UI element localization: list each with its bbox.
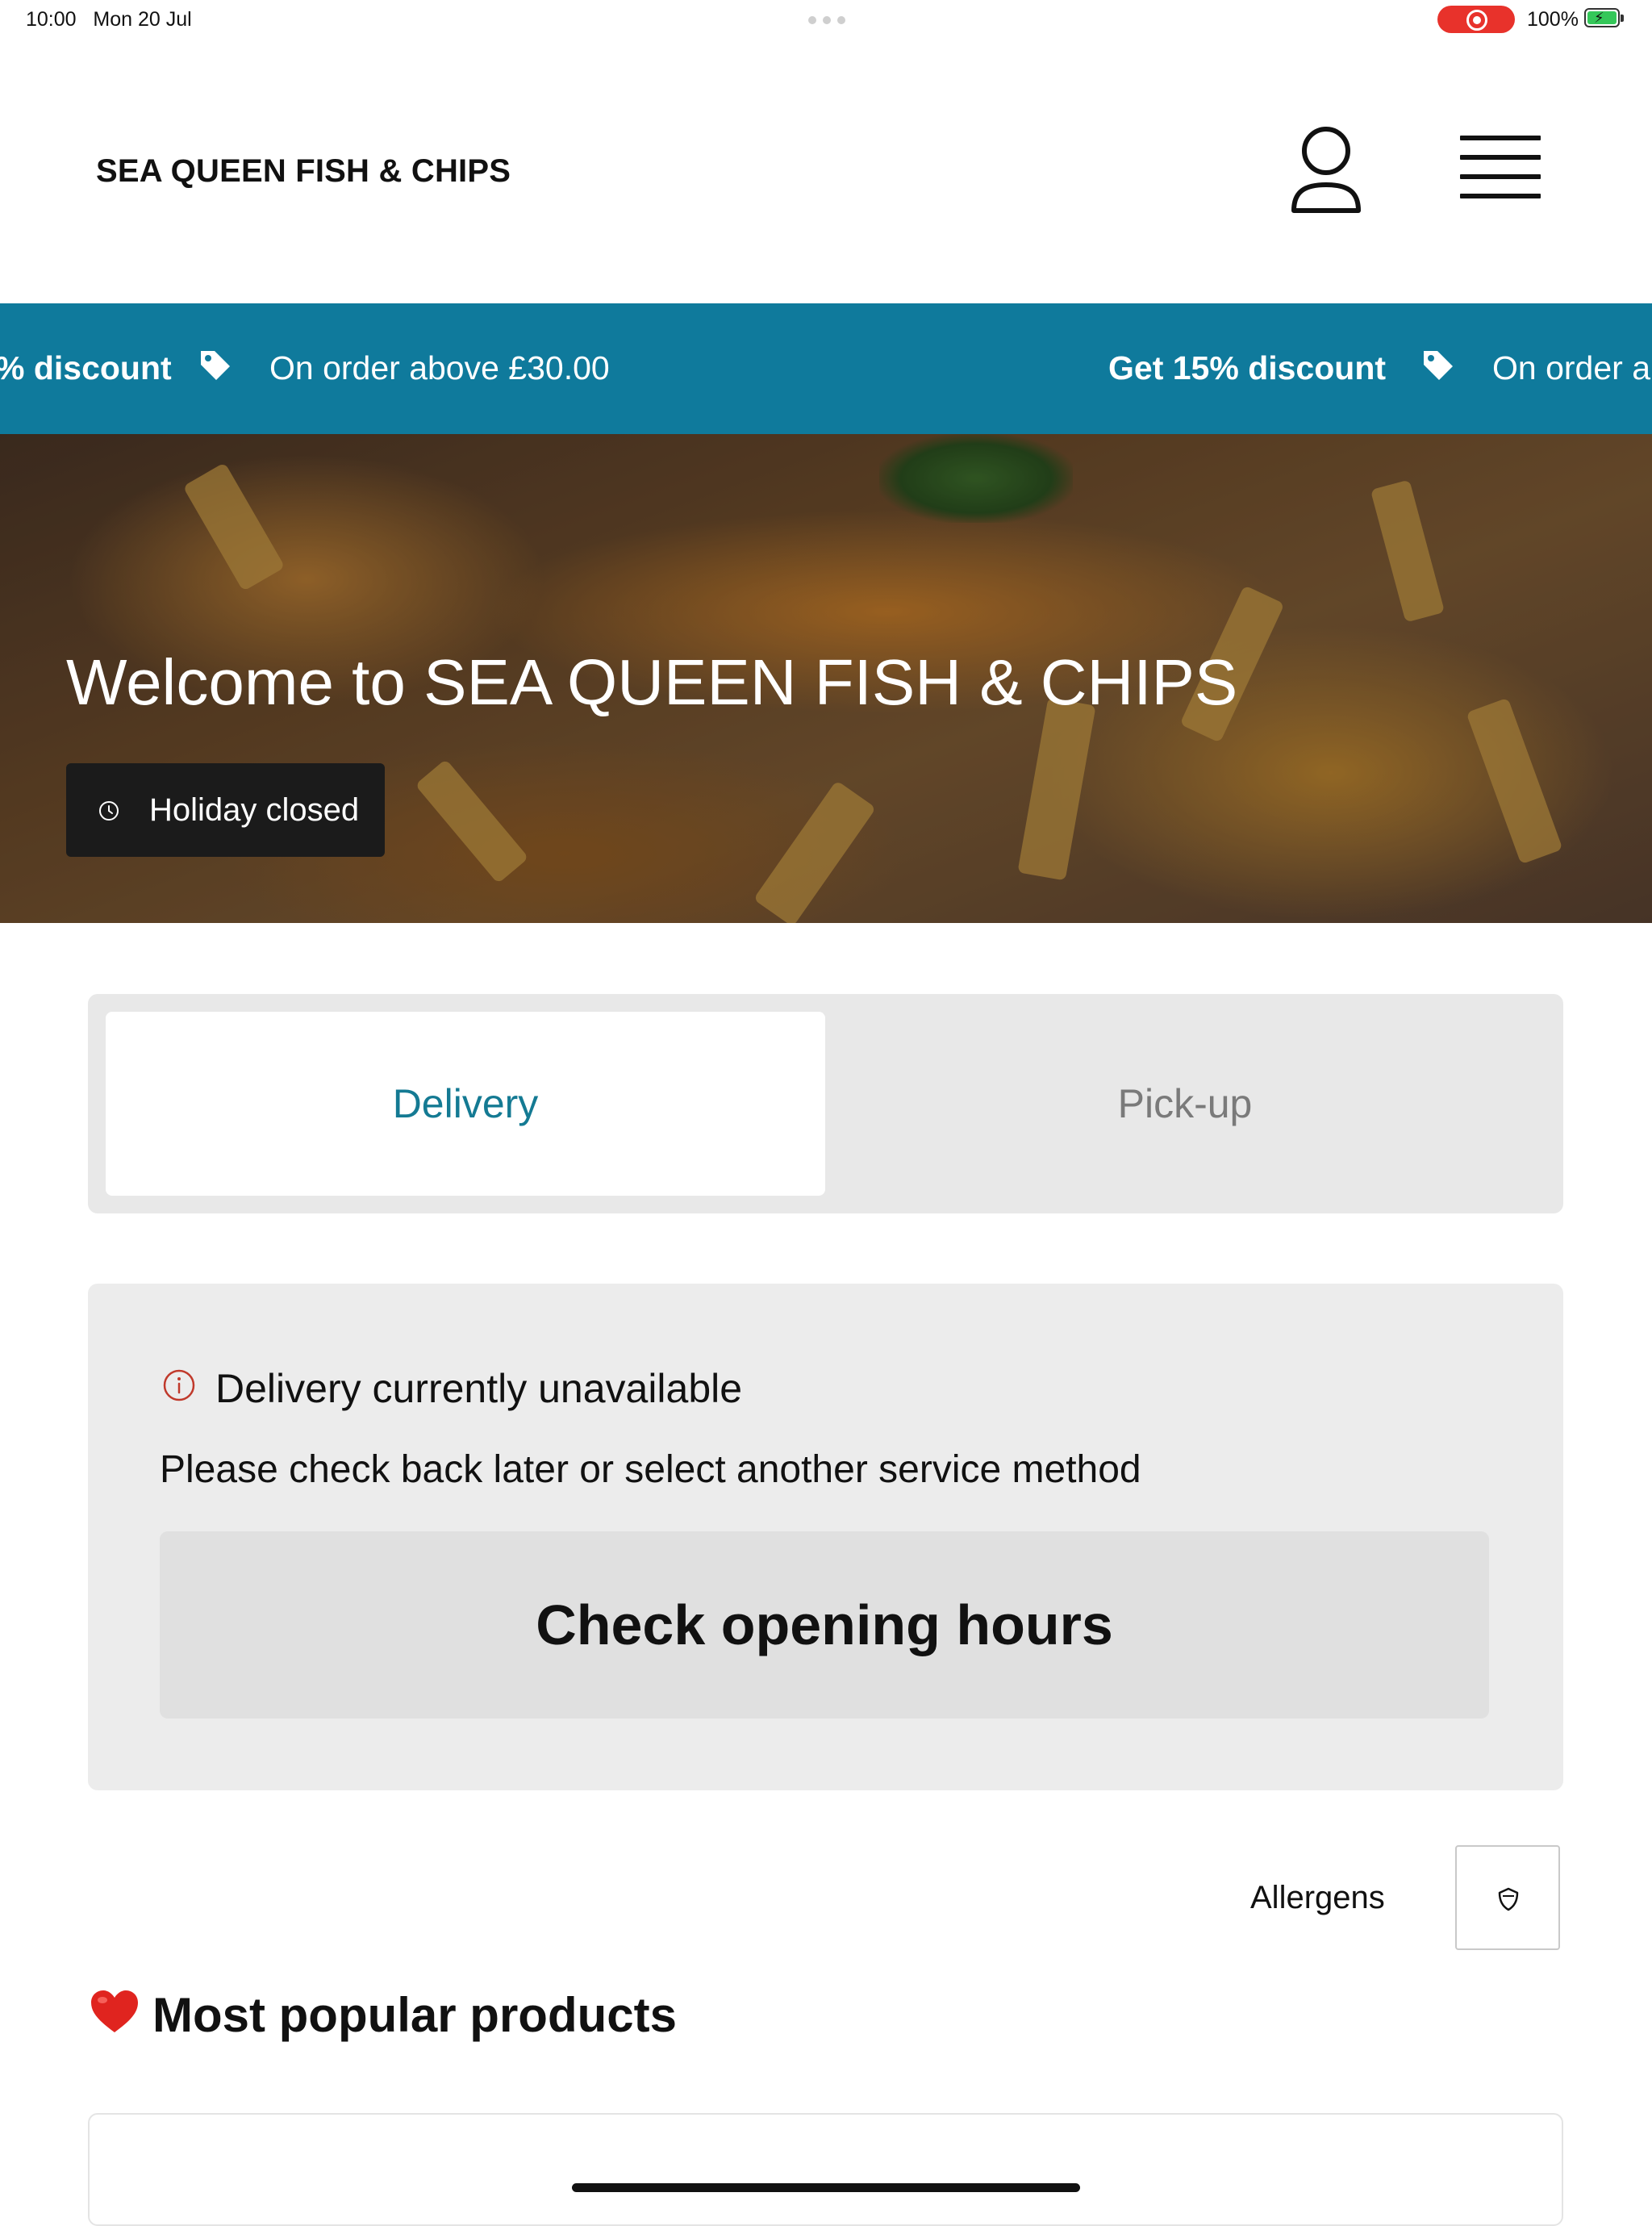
clock-icon (99, 801, 119, 821)
notice-message: Please check back later or select anothe… (160, 1448, 1141, 1491)
status-bar: 10:00 Mon 20 Jul 100% ⚡ (0, 0, 1652, 39)
allergens-button[interactable] (1455, 1845, 1560, 1950)
promo-title: Get 15% discount (1108, 349, 1387, 386)
promo-detail: On order ab (1492, 349, 1652, 386)
hamburger-menu-icon[interactable] (1460, 136, 1541, 205)
info-icon (163, 1369, 195, 1401)
tag-icon (201, 351, 230, 380)
store-status-badge: Holiday closed (66, 763, 385, 857)
battery-percentage: 100% (1527, 8, 1579, 31)
section-title: Most popular products (152, 1988, 677, 2042)
tab-delivery[interactable]: Delivery (106, 1012, 825, 1196)
notice-title: Delivery currently unavailable (215, 1366, 743, 1411)
status-time: 10:00 Mon 20 Jul (26, 8, 192, 31)
screen-recording-indicator[interactable] (1437, 6, 1515, 33)
hero-title: Welcome to SEA QUEEN FISH & CHIPS (66, 646, 1238, 718)
tag-icon (1424, 351, 1453, 380)
store-status-label: Holiday closed (149, 792, 360, 828)
allergens-label: Allergens (1250, 1880, 1385, 1915)
tab-pickup[interactable]: Pick-up (825, 1012, 1545, 1196)
account-button[interactable] (1289, 125, 1363, 215)
home-indicator[interactable] (572, 2183, 1080, 2192)
charging-bolt-icon: ⚡ (1594, 10, 1604, 26)
multitasking-dots[interactable] (808, 16, 845, 24)
promo-title: % discount (0, 349, 172, 386)
promo-detail: On order above £30.00 (269, 349, 610, 386)
service-method-tabs: Delivery Pick-up (88, 994, 1563, 1213)
allergen-shield-icon (1498, 1887, 1519, 1911)
product-card[interactable] (88, 2113, 1563, 2226)
promo-banner: % discount On order above £30.00 Get 15%… (0, 303, 1652, 434)
brand-name[interactable]: SEA QUEEN FISH & CHIPS (96, 153, 511, 190)
heart-icon (91, 1990, 138, 2032)
hero-banner: Welcome to SEA QUEEN FISH & CHIPS Holida… (0, 434, 1652, 923)
user-icon (1291, 127, 1361, 213)
check-opening-hours-button[interactable]: Check opening hours (160, 1531, 1489, 1719)
